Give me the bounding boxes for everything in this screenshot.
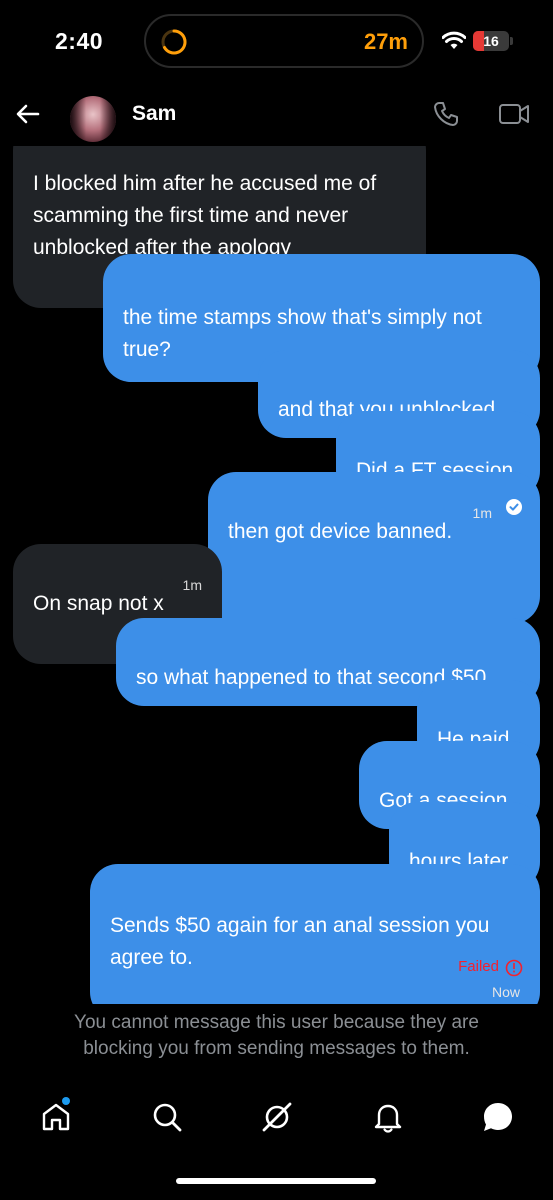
home-badge [62, 1097, 70, 1105]
message-text: I blocked him after he accused me of sca… [33, 172, 377, 259]
message-text: Sends $50 again for an anal session you … [110, 914, 490, 969]
home-icon[interactable] [39, 1100, 73, 1134]
message-outgoing[interactable]: Sends $50 again for an anal session you … [90, 864, 540, 1004]
phone-icon[interactable] [432, 100, 460, 128]
delivery-status[interactable]: Failed [458, 958, 523, 977]
info-circle-icon[interactable] [505, 959, 523, 977]
conversation-header: Sam [0, 84, 553, 146]
bottom-navigation [0, 1088, 553, 1148]
video-camera-icon[interactable] [498, 101, 530, 127]
message-bubble-icon[interactable] [481, 1100, 515, 1134]
check-circle-icon [506, 499, 522, 515]
timer-text: 27m [363, 29, 408, 54]
message-text: then got device banned. [228, 520, 453, 543]
status-time: 2:40 [55, 28, 104, 54]
battery-icon: 16 [473, 31, 509, 51]
grok-icon[interactable] [260, 1100, 294, 1134]
message-text: On snap not x [33, 592, 164, 615]
contact-name[interactable]: Sam [132, 102, 176, 126]
wifi-icon [442, 31, 466, 49]
search-icon[interactable] [150, 1100, 184, 1134]
message-timestamp: 1m [472, 505, 492, 521]
message-timestamp: 1m [182, 577, 202, 593]
battery-tip [510, 37, 513, 45]
battery-level: 16 [483, 33, 499, 49]
avatar[interactable] [70, 96, 116, 142]
home-indicator [176, 1178, 376, 1184]
delivery-status-text: Failed [458, 958, 499, 975]
dynamic-island[interactable]: 27m [144, 14, 424, 68]
message-outgoing[interactable]: then got device banned. 1m [208, 472, 540, 624]
bell-icon[interactable] [371, 1100, 405, 1134]
blocked-notice: You cannot message this user because the… [74, 1012, 479, 1059]
status-bar: 2:40 27m 16 [0, 0, 553, 84]
message-thread[interactable]: I blocked him after he accused me of sca… [0, 84, 553, 1004]
arrow-left-icon[interactable] [14, 100, 42, 128]
timer-ring-icon [161, 29, 187, 55]
message-timestamp: Now [491, 984, 520, 1000]
